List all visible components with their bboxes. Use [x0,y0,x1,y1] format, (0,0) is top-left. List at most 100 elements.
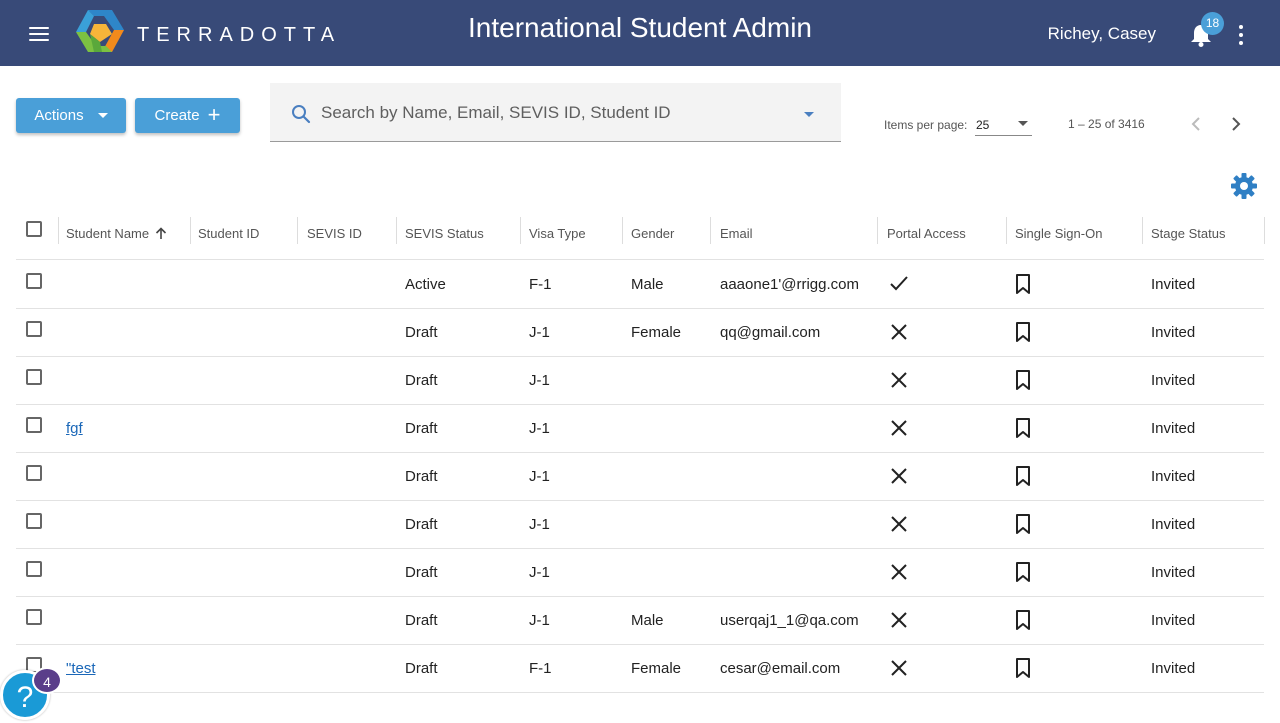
cell-sevis-status: Draft [405,420,438,437]
bookmark-icon[interactable] [1012,513,1034,535]
column-header-sevis-id[interactable]: SEVIS ID [307,213,362,260]
brand-name: TERRADOTTA [137,24,342,46]
column-header-label: Portal Access [887,226,966,241]
close-icon [891,564,907,580]
column-header-portal[interactable]: Portal Access [887,213,966,260]
table-row[interactable]: Draft J-1 Invited [16,357,1264,405]
table-row[interactable]: Draft J-1 Male userqaj1_1@qa.com Invited [16,597,1264,645]
cell-stage-status: Invited [1151,372,1196,389]
cell-stage-status: Invited [1151,612,1196,629]
column-divider[interactable] [622,217,623,244]
create-button[interactable]: Create + [135,98,240,133]
row-checkbox[interactable] [26,273,42,289]
cell-stage-status: Invited [1151,324,1196,341]
close-icon [891,516,907,532]
notification-badge: 18 [1201,12,1224,35]
bookmark-icon[interactable] [1012,465,1034,487]
column-divider[interactable] [877,217,878,244]
bookmark-icon[interactable] [1012,657,1034,679]
column-divider[interactable] [190,217,191,244]
column-divider[interactable] [58,217,59,244]
pagination-range: 1 – 25 of 3416 [1068,117,1145,131]
row-checkbox[interactable] [26,609,42,625]
bookmark-icon[interactable] [1012,417,1034,439]
sort-ascending-icon[interactable] [155,227,167,240]
column-divider[interactable] [710,217,711,244]
row-checkbox[interactable] [26,417,42,433]
previous-page-icon[interactable] [1186,114,1206,134]
cell-visa: J-1 [529,516,550,533]
column-divider[interactable] [1264,217,1265,244]
row-checkbox[interactable] [26,321,42,337]
column-header-sevis-status[interactable]: SEVIS Status [405,213,484,260]
column-divider[interactable] [297,217,298,244]
row-checkbox[interactable] [26,513,42,529]
cell-visa: F-1 [529,276,552,293]
terradotta-logo[interactable] [74,8,126,60]
next-page-icon[interactable] [1226,114,1246,134]
column-header-label: SEVIS Status [405,226,484,241]
cell-gender: Male [631,612,664,629]
close-icon [891,468,907,484]
items-per-page-select[interactable]: 25 [975,116,1032,136]
select-all-checkbox[interactable] [26,221,42,237]
cell-name[interactable]: "test [66,645,96,693]
create-button-label: Create [154,107,200,124]
row-checkbox[interactable] [26,561,42,577]
column-header-label: Student Name [66,226,150,241]
cell-email: qq@gmail.com [720,324,821,341]
bookmark-icon[interactable] [1012,561,1034,583]
column-header-label: Visa Type [529,226,586,241]
actions-button-label: Actions [34,107,84,124]
cell-stage-status: Invited [1151,660,1196,677]
cell-visa: J-1 [529,324,550,341]
menu-icon[interactable] [29,27,49,41]
column-divider[interactable] [1006,217,1007,244]
top-bar: TERRADOTTA International Student Admin R… [0,0,1280,66]
cell-visa: F-1 [529,660,552,677]
table-row[interactable]: Draft J-1 Invited [16,453,1264,501]
column-divider[interactable] [520,217,521,244]
table-row[interactable]: "test Draft F-1 Female cesar@email.com Invite… [16,645,1264,693]
column-divider[interactable] [1142,217,1143,244]
bookmark-icon[interactable] [1012,369,1034,391]
close-icon [891,324,907,340]
row-checkbox[interactable] [26,465,42,481]
cell-visa: J-1 [529,372,550,389]
bookmark-icon[interactable] [1012,609,1034,631]
table-row[interactable]: fgf Draft J-1 Invited [16,405,1264,453]
bookmark-icon[interactable] [1012,321,1034,343]
cell-stage-status: Invited [1151,564,1196,581]
row-checkbox[interactable] [26,369,42,385]
gear-icon[interactable] [1230,172,1258,200]
cell-visa: J-1 [529,420,550,437]
search-dropdown-icon[interactable] [804,112,814,117]
cell-sevis-status: Draft [405,468,438,485]
cell-stage-status: Invited [1151,468,1196,485]
column-header-email[interactable]: Email [720,213,753,260]
cell-sevis-status: Draft [405,516,438,533]
table-row[interactable]: Draft J-1 Female qq@gmail.com Invited [16,309,1264,357]
items-per-page-value: 25 [976,118,990,132]
column-header-stage[interactable]: Stage Status [1151,213,1225,260]
column-header-visa[interactable]: Visa Type [529,213,586,260]
column-header-gender[interactable]: Gender [631,213,674,260]
more-options-icon[interactable] [1233,25,1249,45]
column-header-sso[interactable]: Single Sign-On [1015,213,1102,260]
table-row[interactable]: Draft J-1 Invited [16,549,1264,597]
column-header-label: Stage Status [1151,226,1226,241]
cell-name[interactable]: fgf [66,405,83,453]
table-row[interactable]: Active F-1 Male aaaone1'@rrigg.com Invited [16,261,1264,309]
cell-sevis-status: Draft [405,612,438,629]
search-input[interactable] [321,97,791,129]
column-header-student-id[interactable]: Student ID [198,213,259,260]
cell-gender: Female [631,660,682,677]
column-divider[interactable] [396,217,397,244]
column-header-label: Email [720,226,753,241]
actions-button[interactable]: Actions [16,98,126,133]
table-row[interactable]: Draft J-1 Invited [16,501,1264,549]
page-title: International Student Admin [467,12,812,43]
bookmark-icon[interactable] [1012,273,1034,295]
user-name[interactable]: Richey, Casey [1048,24,1156,44]
column-header-name[interactable]: Student Name [66,213,167,260]
